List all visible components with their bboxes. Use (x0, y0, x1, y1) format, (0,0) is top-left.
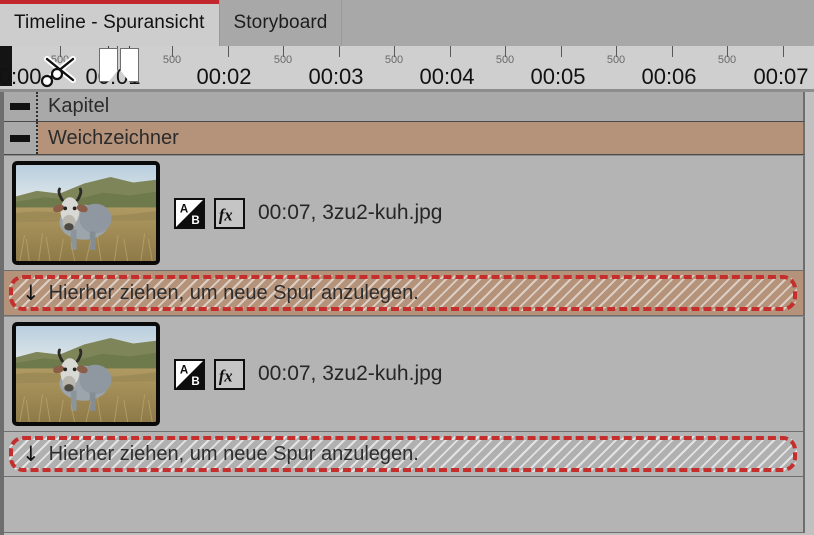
svg-text:B: B (191, 215, 199, 227)
collapse-icon[interactable] (10, 134, 30, 142)
fx-icon[interactable]: fx (214, 197, 245, 229)
transition-ab-icon[interactable]: A B (174, 358, 205, 390)
ruler-time-label: 00:04 (419, 64, 475, 89)
clip-row[interactable]: A B fx 00:07, 3zu2-kuh.jpg (4, 155, 806, 271)
clip-icon-group: A B fx (174, 358, 245, 390)
ruler-minor-label: 500 (162, 54, 182, 66)
ruler-tick (672, 46, 673, 57)
new-track-dropzone-2[interactable]: ↓ Hierher ziehen, um neue Spur anzulegen… (9, 436, 797, 472)
ruler-minor-label: 500 (50, 54, 70, 66)
ruler-minor-label: 500 (495, 54, 515, 66)
ruler-minor-label: 500 (384, 54, 404, 66)
clip-row[interactable]: A B fx 00:07, 3zu2-kuh.jpg (4, 316, 806, 432)
tab-storyboard[interactable]: Storyboard (219, 0, 343, 46)
clip-label: 00:07, 3zu2-kuh.jpg (258, 201, 443, 224)
new-track-dropzone-1[interactable]: ↓ Hierher ziehen, um neue Spur anzulegen… (9, 275, 797, 311)
tab-storyboard-label: Storyboard (233, 12, 328, 33)
clip-icon-group: A B fx (174, 197, 245, 229)
track-label-chapter: Kapitel (48, 95, 110, 117)
ruler-tick (561, 46, 562, 57)
ruler-minor-label: 500 (717, 54, 737, 66)
svg-text:fx: fx (219, 366, 233, 385)
svg-text:A: A (180, 364, 189, 376)
ruler-tick (450, 46, 451, 57)
ruler-minor-label: 500 (606, 54, 626, 66)
ruler-tick (339, 46, 340, 57)
clip-label: 00:07, 3zu2-kuh.jpg (258, 362, 443, 385)
ruler-time-label: 00:03 (308, 64, 364, 89)
ruler-minor-label: 500 (273, 54, 293, 66)
dropzone-row-1[interactable]: ↓ Hierher ziehen, um neue Spur anzulegen… (4, 271, 806, 316)
ruler-time-label: 00:05 (530, 64, 586, 89)
ruler-time-label: 00:02 (196, 64, 252, 89)
svg-text:B: B (191, 376, 199, 388)
fx-icon[interactable]: fx (214, 358, 245, 390)
tab-bar: Timeline - Spuransicht Storyboard (0, 0, 814, 46)
cow-in-field-thumbnail[interactable] (12, 161, 160, 265)
timeline-ruler[interactable]: 500500500500500500500 00:0000:0100:0200:… (0, 46, 814, 92)
svg-text:A: A (180, 203, 189, 215)
dropzone-label: Hierher ziehen, um neue Spur anzulegen. (48, 281, 419, 304)
tab-bar-filler (342, 0, 814, 46)
cow-in-field-thumbnail[interactable] (12, 322, 160, 426)
track-label-blur: Weichzeichner (48, 126, 179, 149)
ruler-time-label: 00:00 (0, 64, 42, 89)
svg-text:fx: fx (219, 205, 233, 224)
down-arrow-icon: ↓ (22, 441, 40, 466)
ruler-time-label: 00:06 (641, 64, 697, 89)
tab-timeline-label: Timeline - Spuransicht (14, 12, 205, 33)
track-header-chapter[interactable] (4, 92, 38, 121)
dropzone-row-2[interactable]: ↓ Hierher ziehen, um neue Spur anzulegen… (4, 432, 806, 477)
tab-timeline[interactable]: Timeline - Spuransicht (0, 0, 220, 46)
down-arrow-icon: ↓ (22, 280, 40, 305)
track-row-chapter[interactable]: Kapitel (4, 92, 806, 122)
empty-track-area (4, 477, 806, 533)
ruler-tick (783, 46, 784, 57)
collapse-icon[interactable] (10, 103, 30, 110)
dropzone-label: Hierher ziehen, um neue Spur anzulegen. (48, 442, 419, 465)
ruler-tick (228, 46, 229, 57)
right-gutter (805, 92, 814, 535)
ruler-time-label: 00:07 (753, 64, 809, 89)
track-header-blur[interactable] (4, 122, 38, 154)
track-row-blur[interactable]: Weichzeichner (4, 122, 806, 155)
transition-ab-icon[interactable]: A B (174, 197, 205, 229)
track-area: Kapitel Weichzeichner A B fx 00:07, 3zu2… (0, 92, 814, 535)
